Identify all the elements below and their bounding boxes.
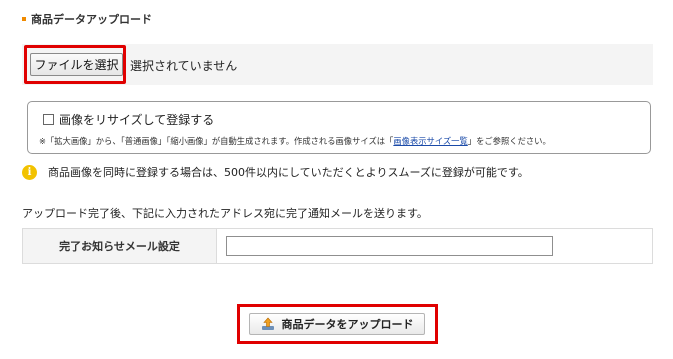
upload-icon [261,317,275,331]
info-message: i 商品画像を同時に登録する場合は、500件以内にしていただくとよりスムーズに登… [22,164,529,180]
file-status-text: 選択されていません [130,59,238,73]
resize-checkbox-row[interactable]: 画像をリサイズして登録する [43,111,214,128]
file-input-bar: ファイルを選択 選択されていません [22,44,653,85]
resize-checkbox-label: 画像をリサイズして登録する [59,113,215,127]
mail-settings-label: 完了お知らせメール設定 [23,229,217,263]
section-title: 商品データアップロード [22,11,152,27]
resize-note-after: 」をご参照ください。 [467,136,551,146]
notification-email-input[interactable] [226,236,553,256]
info-icon: i [22,164,37,180]
choose-file-button[interactable]: ファイルを選択 [30,53,123,76]
mail-settings-table: 完了お知らせメール設定 [22,228,653,264]
resize-checkbox[interactable] [43,114,54,125]
mail-settings-cell [217,229,652,263]
resize-option-box: 画像をリサイズして登録する ※「拡大画像」から、「普通画像」「縮小画像」が自動生… [27,101,651,154]
section-marker [22,17,26,21]
upload-button-highlight: 商品データをアップロード [237,304,438,344]
image-size-list-link[interactable]: 画像表示サイズ一覧 [393,136,467,146]
mail-note: アップロード完了後、下記に入力されたアドレス宛に完了通知メールを送ります。 [22,207,428,220]
resize-note: ※「拡大画像」から、「普通画像」「縮小画像」が自動生成されます。作成される画像サ… [39,135,551,147]
section-title-text: 商品データアップロード [31,13,152,26]
file-button-highlight: ファイルを選択 [24,45,126,84]
resize-note-before: ※「拡大画像」から、「普通画像」「縮小画像」が自動生成されます。作成される画像サ… [39,136,394,146]
info-text: 商品画像を同時に登録する場合は、500件以内にしていただくとよりスムーズに登録が… [48,166,529,179]
upload-product-data-button[interactable]: 商品データをアップロード [249,313,425,335]
upload-button-label: 商品データをアップロード [281,319,414,331]
